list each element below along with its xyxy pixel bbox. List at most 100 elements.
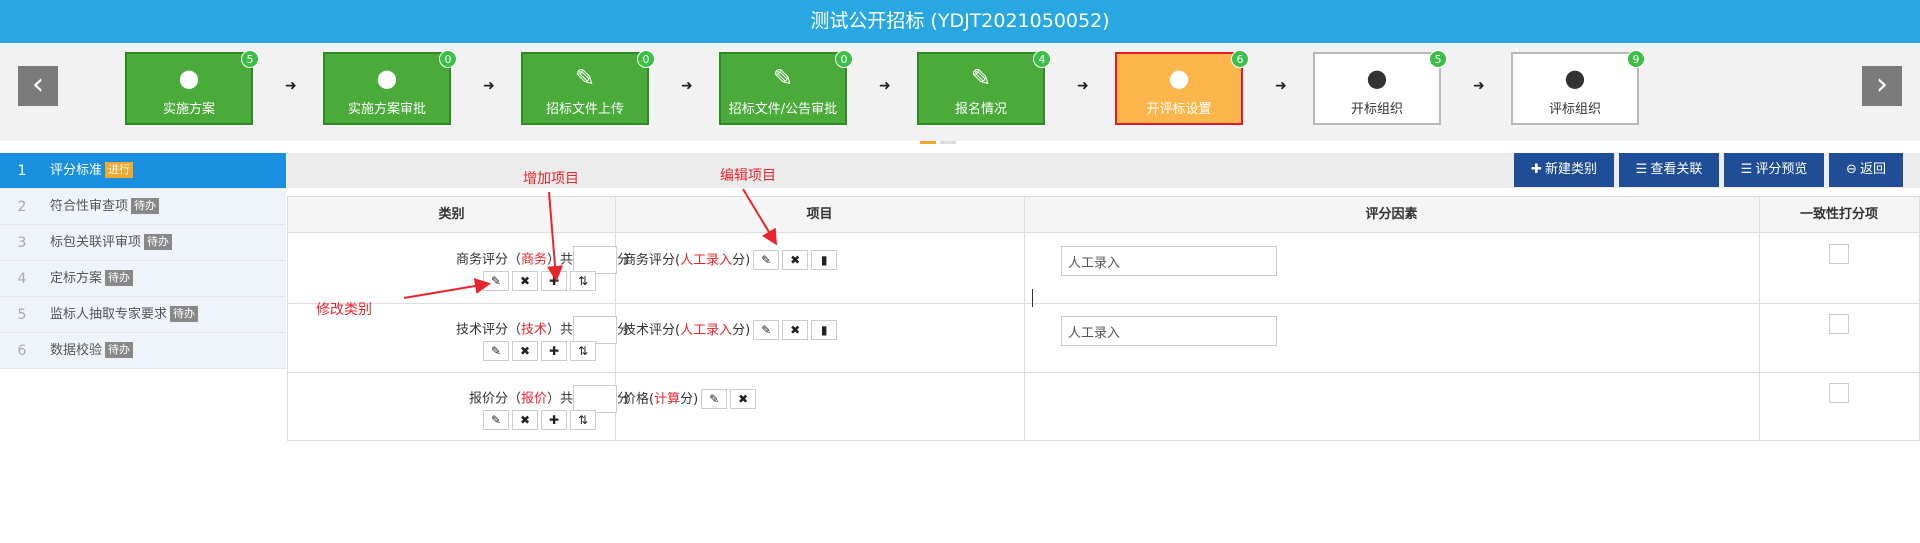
step-arrow-icon: ➜ (1275, 78, 1287, 94)
category-cell: 技术评分（技术）共分 (456, 316, 630, 344)
step-label: 实施方案审批 (347, 102, 426, 117)
step-label: 开标组织 (1350, 102, 1403, 117)
status-badge: 待办 (105, 270, 134, 286)
delete-category-button[interactable]: ✖ (512, 271, 538, 291)
sidebar-item-label: 监标人抽取专家要求 (50, 307, 168, 322)
consistency-checkbox[interactable] (1829, 314, 1849, 334)
consistency-checkbox[interactable] (1829, 383, 1849, 403)
step-2[interactable]: ● 实施方案审批 0 (323, 50, 457, 125)
item-cell: 价格(计算分) ✎ ✖ (623, 389, 757, 410)
sidebar-item-label: 标包关联评审项 (50, 235, 142, 250)
sidebar-item-3[interactable]: 3 标包关联评审项 待办 (0, 225, 286, 261)
user-icon: ● (1168, 64, 1190, 92)
new-category-button[interactable]: ✚ 新建类别 (1514, 153, 1614, 187)
step-1[interactable]: ● 实施方案 5 (125, 50, 259, 125)
step-label: 评标组织 (1548, 102, 1601, 117)
score-table: 类别 项目 评分因素 一致性打分项 商务评分（商务）共分 ✎ ✖ ✚ ⇅ 商务评分(人工录… (287, 196, 1920, 441)
delete-category-button[interactable]: ✖ (512, 410, 538, 430)
edit-category-button[interactable]: ✎ (483, 410, 509, 430)
sidebar-item-4[interactable]: 4 定标方案 待办 (0, 261, 286, 297)
sidebar-item-label: 数据校验 (50, 343, 103, 358)
back-circle-icon: ⊖ (1846, 162, 1857, 177)
status-badge: 待办 (144, 234, 173, 250)
sidebar-item-number: 3 (17, 235, 27, 251)
score-preview-button[interactable]: ☰ 评分预览 (1724, 153, 1824, 187)
step-8[interactable]: ● 评标组织 9 (1511, 50, 1645, 125)
sidebar-item-6[interactable]: 6 数据校验 待办 (0, 333, 286, 369)
category-score-input[interactable] (572, 385, 617, 413)
bookmark-button[interactable]: ▮ (811, 250, 838, 270)
add-item-button[interactable]: ✚ (541, 271, 567, 291)
table-row: 技术评分（技术）共分 ✎ ✖ ✚ ⇅ 技术评分(人工录入分) ✎ ✖ ▮ (288, 304, 1920, 373)
pencil-icon: ✎ (772, 64, 794, 92)
step-arrow-icon: ➜ (1473, 78, 1485, 94)
user-icon: ● (178, 64, 200, 92)
step-count-badge: 4 (1033, 50, 1051, 68)
category-score-input[interactable] (572, 246, 617, 274)
item-method: 人工录入 (680, 323, 733, 338)
window-title: 测试公开招标 (YDJT2021050052) (0, 0, 1920, 43)
table-row: 商务评分（商务）共分 ✎ ✖ ✚ ⇅ 商务评分(人工录入分) ✎ ✖ ▮ (288, 234, 1920, 303)
category-actions: ✎ ✖ ✚ ⇅ (483, 341, 599, 361)
view-relation-button[interactable]: ☰ 查看关联 (1619, 153, 1719, 187)
delete-category-button[interactable]: ✖ (512, 341, 538, 361)
header-factor: 评分因素 (1024, 197, 1759, 233)
sort-button[interactable]: ⇅ (570, 271, 596, 291)
category-actions: ✎ ✖ ✚ ⇅ (483, 271, 599, 291)
header-item: 项目 (615, 197, 1024, 233)
sidebar-item-5[interactable]: 5 监标人抽取专家要求 待办 (0, 297, 286, 333)
item-method: 人工录入 (680, 253, 733, 268)
sidebar-item-number: 5 (17, 307, 27, 323)
step-arrow-icon: ➜ (681, 78, 693, 94)
step-arrow-icon: ➜ (879, 78, 891, 94)
sort-button[interactable]: ⇅ (570, 341, 596, 361)
bookmark-button[interactable]: ▮ (811, 320, 838, 340)
consistency-checkbox[interactable] (1829, 244, 1849, 264)
status-badge: 待办 (105, 342, 134, 358)
sidebar-item-number: 4 (17, 271, 27, 287)
category-score-input[interactable] (572, 316, 617, 344)
delete-item-button[interactable]: ✖ (730, 389, 757, 409)
table-row: 报价分（报价）共分 ✎ ✖ ✚ ⇅ 价格(计算分) ✎ ✖ (288, 373, 1920, 442)
edit-item-button[interactable]: ✎ (753, 250, 780, 270)
sidebar-item-label: 定标方案 (50, 271, 103, 286)
edit-category-button[interactable]: ✎ (483, 341, 509, 361)
step-3[interactable]: ✎ 招标文件上传 0 (521, 50, 655, 125)
user-icon: ● (376, 64, 398, 92)
prev-arrow-button[interactable]: ‹ (18, 66, 58, 106)
sidebar-item-1[interactable]: 1 评分标准 进行 (0, 153, 286, 189)
annotation-edit-category: 修改类别 (316, 302, 372, 318)
edit-category-button[interactable]: ✎ (483, 271, 509, 291)
delete-item-button[interactable]: ✖ (782, 250, 809, 270)
step-4[interactable]: ✎ 招标文件/公告审批 0 (719, 50, 853, 125)
status-badge: 待办 (170, 306, 199, 322)
status-badge: 进行 (105, 162, 134, 178)
delete-item-button[interactable]: ✖ (782, 320, 809, 340)
sort-button[interactable]: ⇅ (570, 410, 596, 430)
step-arrow-icon: ➜ (483, 78, 495, 94)
step-count-badge: 9 (1627, 50, 1645, 68)
back-button[interactable]: ⊖ 返回 (1829, 153, 1903, 187)
category-tag: 报价 (520, 391, 547, 407)
add-item-button[interactable]: ✚ (541, 341, 567, 361)
edit-item-button[interactable]: ✎ (753, 320, 780, 340)
step-5[interactable]: ✎ 报名情况 4 (917, 50, 1051, 125)
scoring-factor-input[interactable] (1061, 246, 1277, 276)
step-label: 开评标设置 (1146, 102, 1212, 117)
text-caret (1032, 289, 1033, 307)
pager-dots (920, 133, 960, 148)
step-7[interactable]: ● 开标组织 5 (1313, 50, 1447, 125)
list-icon: ☰ (1740, 162, 1753, 177)
sidebar-item-2[interactable]: 2 符合性审查项 待办 (0, 189, 286, 225)
sidebar-item-label: 符合性审查项 (50, 199, 129, 214)
edit-item-button[interactable]: ✎ (701, 389, 728, 409)
step-label: 报名情况 (954, 102, 1007, 117)
plus-icon: ✚ (1531, 162, 1542, 177)
add-item-button[interactable]: ✚ (541, 410, 567, 430)
step-6[interactable]: ● 开评标设置 6 (1115, 50, 1249, 125)
scoring-factor-input[interactable] (1061, 316, 1277, 346)
step-count-badge: 0 (835, 50, 853, 68)
step-count-badge: 5 (1429, 50, 1447, 68)
step-count-badge: 0 (439, 50, 457, 68)
next-arrow-button[interactable]: › (1862, 66, 1902, 106)
